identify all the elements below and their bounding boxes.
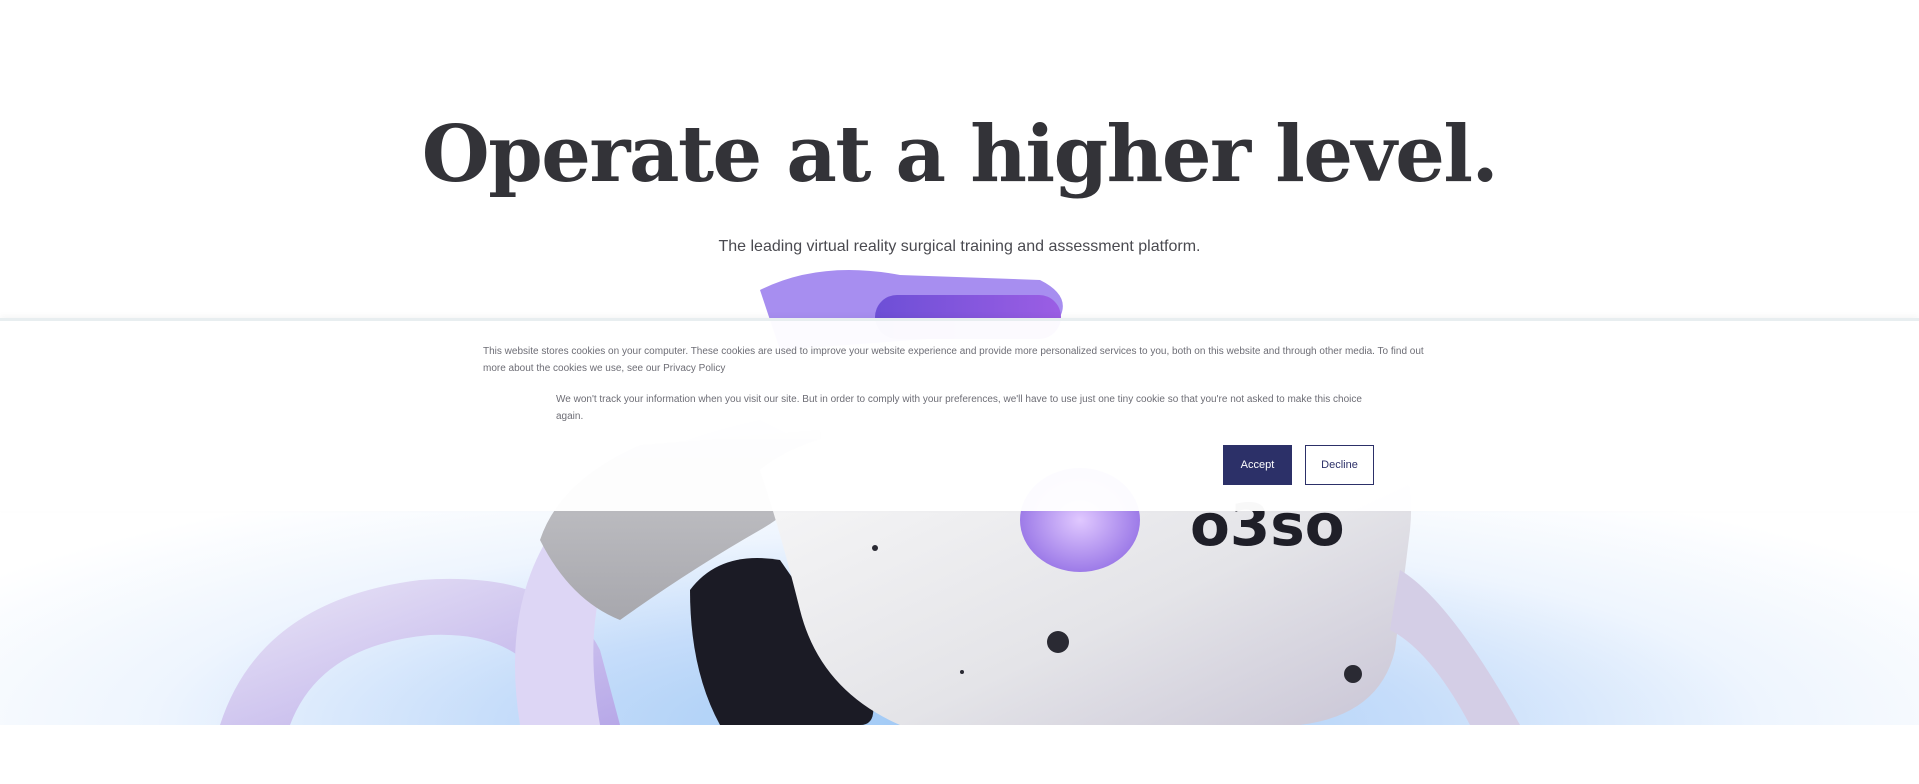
sensor-dot (960, 670, 964, 674)
hero-subtitle: The leading virtual reality surgical tra… (718, 238, 1201, 255)
hero-title: Operate at a higher level. (421, 109, 1499, 200)
accept-button[interactable]: Accept (1223, 445, 1292, 485)
right-strap (1390, 570, 1520, 725)
cookie-banner: This website stores cookies on your comp… (0, 318, 1919, 511)
sensor-dot (872, 545, 878, 551)
page: Operate at a higher level. The leading v… (0, 0, 1919, 784)
sensor-dot (1344, 665, 1362, 683)
decline-button[interactable]: Decline (1305, 445, 1374, 485)
cookie-notice-text: This website stores cookies on your comp… (483, 346, 1424, 374)
sensor-dot (1047, 631, 1069, 653)
cookie-tracking-text: We won't track your information when you… (556, 394, 1362, 422)
